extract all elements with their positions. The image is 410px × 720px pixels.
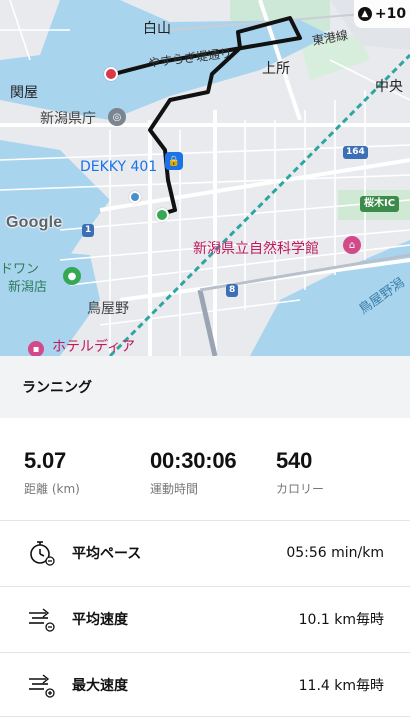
speed-lines-icon [29,607,55,632]
apple-tv-icon: ▲ [357,7,372,21]
calories-label: カロリー [276,482,325,496]
government-office-icon[interactable]: ◎ [108,108,126,126]
map-label-chuo: 中央 [375,79,403,95]
distance-label: 距離 (km) [24,482,80,496]
duration-label: 運動時間 [150,482,199,496]
distance-stat: 5.07 距離 (km) [24,448,80,497]
route-map[interactable]: 白山 やすらぎ堤通り 東港線 上所 関屋 中央 新潟県庁 DEKKY 401 新… [0,0,410,356]
route-start-marker-icon [155,208,169,222]
map-label-toriyano: 鳥屋野 [87,301,129,317]
average-pace-label: 平均ペース [72,545,142,562]
hotel-icon[interactable]: ▪ [28,341,44,356]
store-pin-icon[interactable]: ● [63,267,81,285]
map-label-hotel: ホテルディア [52,339,136,355]
calories-value: 540 [276,448,313,473]
map-label-museum: 新潟県立自然科学館 [193,241,319,257]
average-pace-row: 平均ペース 05:56 min/km [0,520,410,584]
shopping-bag-icon[interactable]: 🔒 [165,152,183,170]
route-8-shield: 8 [226,284,239,297]
max-speed-row: 最大速度 11.4 km毎時 [0,652,410,716]
museum-icon[interactable]: ⌂ [343,236,361,254]
map-label-store-line1: ドワン [0,262,40,277]
map-label-kamitokoro: 上所 [262,61,290,77]
route-end-marker-icon [104,67,118,81]
bottom-divider [0,716,410,717]
average-speed-row: 平均速度 10.1 km毎時 [0,586,410,650]
map-label-hakusan: 白山 [143,21,171,37]
google-logo: Google [6,214,63,231]
map-label-sekiya: 関屋 [10,85,38,101]
average-speed-label: 平均速度 [72,611,128,628]
average-speed-value: 10.1 km毎時 [298,611,384,628]
sakuragi-ic-shield: 桜木IC [360,196,400,212]
location-dot-icon [129,191,141,203]
calories-stat: 540 カロリー [276,448,324,497]
tv-badge[interactable]: ▲ +10 [354,0,410,28]
map-label-prefecture-office: 新潟県庁 [40,111,96,127]
max-speed-icon [29,673,55,698]
duration-stat: 00:30:06 運動時間 [150,448,237,497]
max-speed-label: 最大速度 [72,677,128,694]
activity-title: ランニング [22,380,92,396]
duration-value: 00:30:06 [150,448,237,473]
badge-count: +10 [374,6,407,22]
activity-header: ランニング [0,356,410,418]
route-1-shield: 1 [82,224,95,237]
distance-value: 5.07 [24,448,67,473]
map-label-store-line2: 新潟店 [8,280,48,295]
map-label-dekky: DEKKY 401 [80,159,158,175]
average-pace-value: 05:56 min/km [286,544,384,561]
stopwatch-icon [30,540,55,566]
max-speed-value: 11.4 km毎時 [298,677,384,694]
route-164-shield: 164 [343,146,368,159]
stats-summary: 5.07 距離 (km) 00:30:06 運動時間 540 カロリー [0,418,410,520]
